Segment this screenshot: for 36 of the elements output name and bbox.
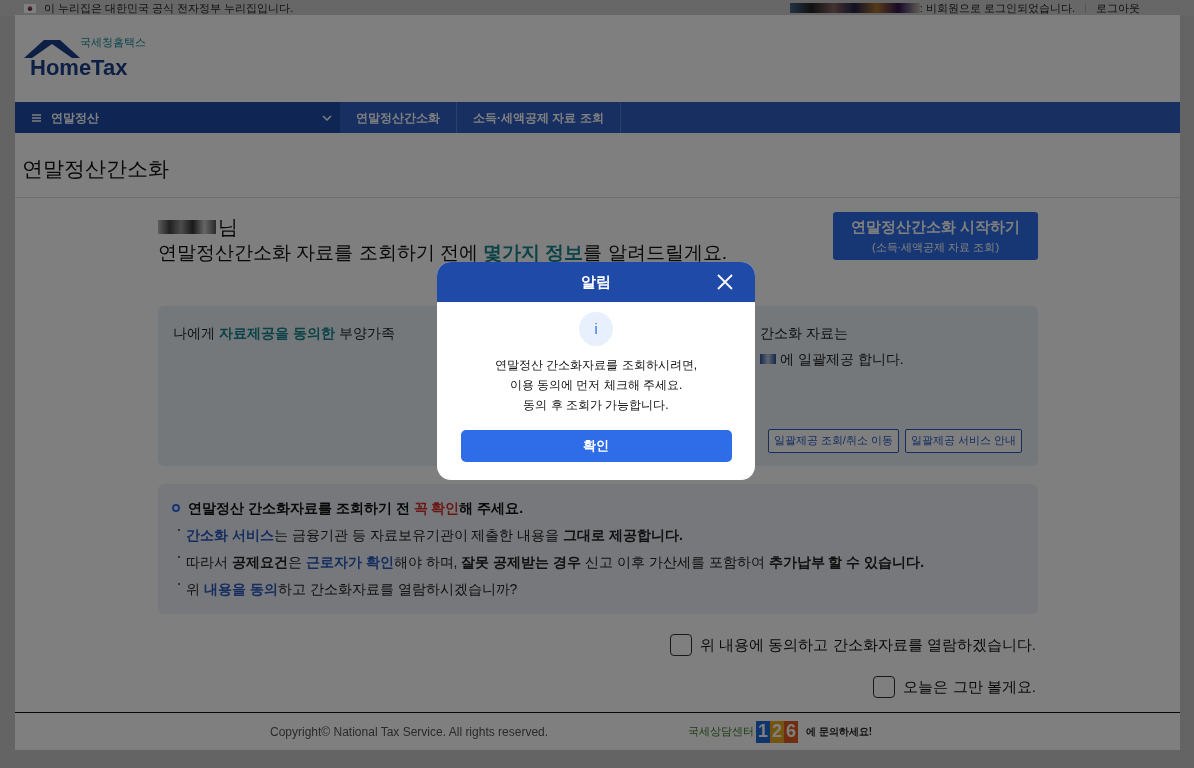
flag-icon	[24, 3, 36, 13]
notice-text: 위 내용을 동의하고 간소화자료를 열람하시겠습니까?	[186, 579, 518, 599]
breadcrumb-link[interactable]: 연말정산간소화	[340, 102, 457, 133]
redacted-name	[158, 219, 216, 234]
info-icon: i	[579, 312, 613, 346]
login-status: : 비회원으로 로그인되었습니다.	[919, 0, 1075, 16]
breadcrumb-link[interactable]: 소득·세액공제 자료 조회	[457, 102, 621, 133]
batch-button[interactable]: 일괄제공 조회/취소 이동	[767, 428, 899, 453]
batch-button[interactable]: 일괄제공 서비스 안내	[904, 428, 1022, 453]
redacted-name	[760, 354, 776, 364]
checkbox-label[interactable]: 위 내용에 동의하고 간소화자료를 열람하겠습니다.	[700, 633, 1036, 656]
batch-info-text: 간소화 자료는	[760, 323, 848, 343]
call-center-banner[interactable]: 국세상담센터 126 에 문의하세요!	[688, 720, 873, 743]
start-button[interactable]: 연말정산간소화 시작하기 (소득·세액공제 자료 조회)	[833, 211, 1038, 260]
logout-link[interactable]: 로그아웃	[1096, 0, 1140, 17]
checkbox-label[interactable]: 오늘은 그만 볼게요.	[903, 676, 1036, 699]
page-title: 연말정산간소화	[22, 156, 170, 182]
menu-dropdown[interactable]: 연말정산	[15, 102, 340, 133]
close-icon[interactable]	[717, 274, 733, 290]
honorific-text: 님	[218, 214, 238, 240]
notice-heading: 연말정산 간소화자료를 조회하기 전 꼭 확인해 주세요.	[188, 498, 524, 518]
notice-text: 간소화 서비스는 금융기관 등 자료보유기관이 제출한 내용을 그대로 제공합니다.	[186, 525, 683, 545]
confirm-button[interactable]: 확인	[460, 430, 732, 462]
intro-text: 연말정산간소화 자료를 조회하기 전에 몇가지 정보를 알려드릴게요.	[158, 241, 727, 264]
hometax-logo[interactable]: 국세청홈택스 HomeTax	[22, 37, 147, 80]
copyright-text: Copyright© National Tax Service. All rights reserved.	[270, 723, 549, 741]
dialog-message: 연말정산 간소화자료를 조회하시려면, 이용 동의에 먼저 체크해 주세요. 동의 후 조회가 가능합니다.	[495, 357, 697, 414]
dependents-label: 나에게 자료제공을 동의한 부양가족	[173, 323, 395, 343]
chevron-down-icon	[322, 114, 332, 121]
batch-info-text: 에 일괄제공 합니다.	[780, 349, 904, 369]
checkbox[interactable]	[873, 676, 896, 699]
notice-text: 따라서 공제요건은 근로자가 확인해야 하며, 잘못 공제받는 경우 신고 이후 가산세를 포함하여 추가납부 할 수 있습니다.	[186, 552, 925, 572]
menu-icon	[32, 113, 41, 122]
dialog-title: 알림	[581, 271, 611, 292]
gov-banner-text: 이 누리집은 대한민국 공식 전자정부 누리집입니다.	[44, 0, 294, 16]
checkbox[interactable]	[670, 633, 693, 656]
